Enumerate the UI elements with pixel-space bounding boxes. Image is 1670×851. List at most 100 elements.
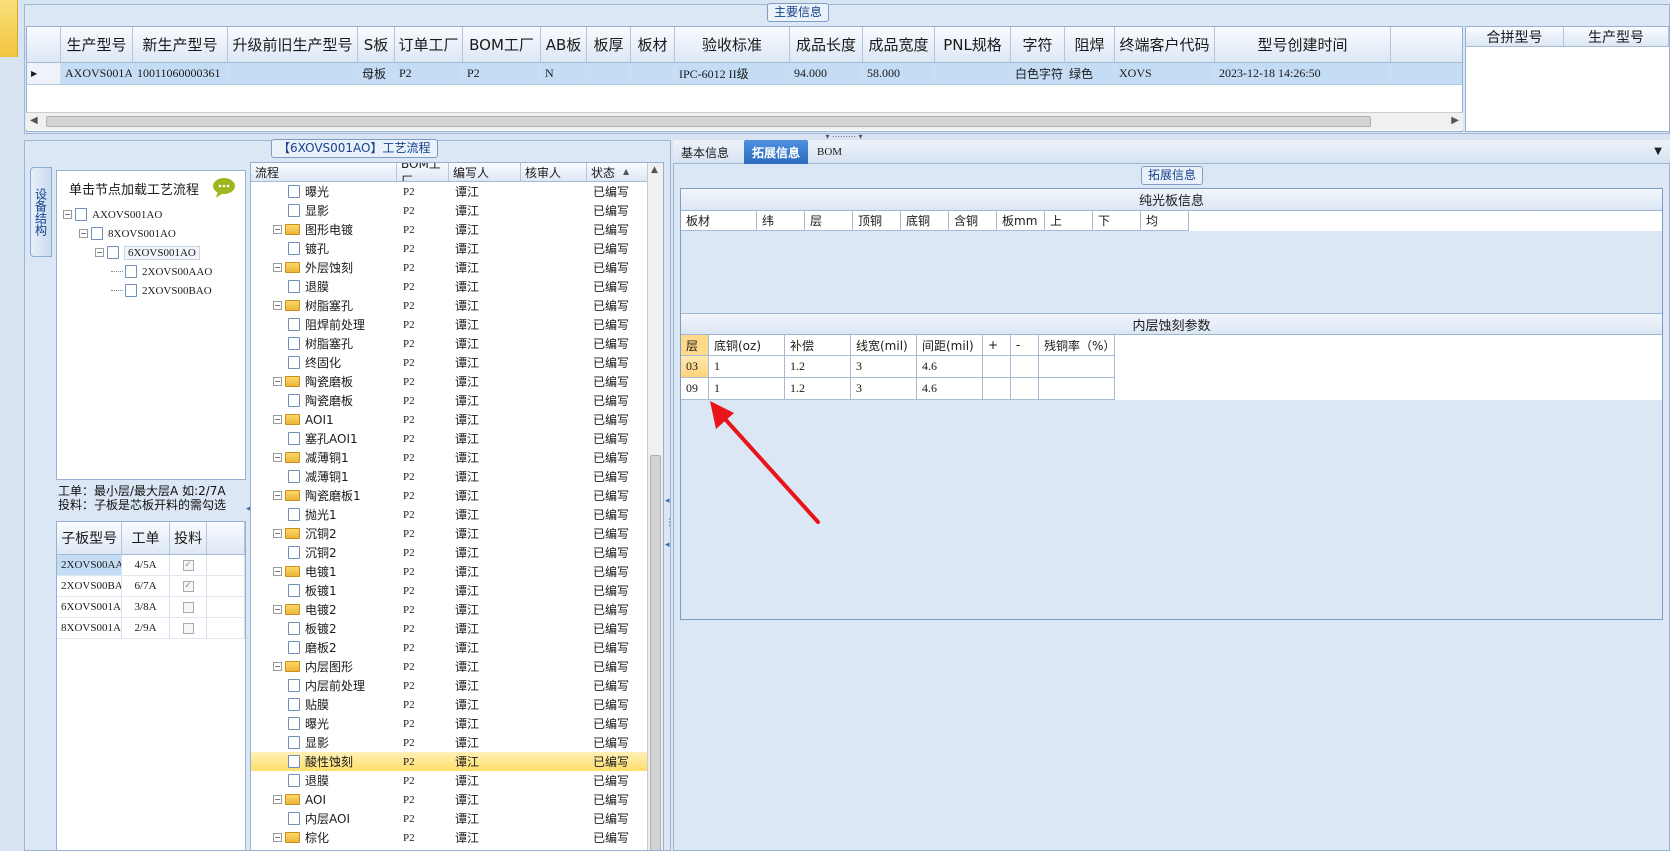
collapse-icon[interactable]: − [273,301,282,310]
sub-order[interactable]: 3/8A [122,597,170,617]
process-col-header[interactable]: 状态 [587,163,649,181]
feed-checkbox[interactable] [170,618,208,638]
process-name-cell[interactable]: 板镀2 [251,619,397,638]
process-name-cell[interactable]: − 棕化 [251,828,397,847]
main-cell[interactable]: 母板 [358,63,395,84]
process-name-cell[interactable]: 抛光1 [251,505,397,524]
process-row[interactable]: 酸性蚀刻 P2 谭江 已编写 [251,752,663,771]
collapse-icon[interactable]: − [273,529,282,538]
process-row[interactable]: − 棕化 P2 谭江 已编写 [251,828,663,847]
sub-order[interactable]: 6/7A [122,576,170,596]
process-name-cell[interactable]: 曝光 [251,182,397,201]
process-row[interactable]: − AOI1 P2 谭江 已编写 [251,410,663,429]
process-name-cell[interactable]: 磨板2 [251,638,397,657]
process-row[interactable]: 显影 P2 谭江 已编写 [251,201,663,220]
process-row[interactable]: 抛光1 P2 谭江 已编写 [251,505,663,524]
tree-node[interactable]: 2XOVS00AAO [63,262,212,281]
process-row[interactable]: 终固化 P2 谭江 已编写 [251,353,663,372]
bare-col-header[interactable]: 上 [1045,211,1093,231]
process-row[interactable]: − 电镀2 P2 谭江 已编写 [251,600,663,619]
tree-node[interactable]: 2XOVS00BAO [63,281,212,300]
process-name-cell[interactable]: 陶瓷磨板 [251,391,397,410]
process-name-cell[interactable]: 贴膜 [251,695,397,714]
process-name-cell[interactable]: − 外层蚀刻 [251,258,397,277]
feed-checkbox[interactable]: ✓ [170,555,208,575]
checkbox[interactable] [182,601,194,613]
process-scroll-thumb[interactable] [650,455,661,850]
scroll-up-icon[interactable]: ▲ [651,165,658,175]
main-cell[interactable]: XOVS [1115,63,1215,84]
middle-splitter[interactable]: ◂ ⋮ ◂ [665,490,674,560]
collapse-icon[interactable]: − [273,662,282,671]
process-row[interactable]: 磨板2 P2 谭江 已编写 [251,638,663,657]
process-row[interactable]: − 陶瓷磨板1 P2 谭江 已编写 [251,486,663,505]
process-row[interactable]: 退膜 P2 谭江 已编写 [251,277,663,296]
checkbox[interactable] [182,622,194,634]
bare-col-header[interactable]: 板mm [997,211,1045,231]
etch-cell[interactable]: 3 [851,378,917,400]
sub-order[interactable]: 2/9A [122,618,170,638]
main-col-header[interactable]: 板厚 [587,27,631,62]
process-name-cell[interactable]: − 减薄铜1 [251,448,397,467]
process-name-cell[interactable]: − 电镀2 [251,600,397,619]
process-name-cell[interactable]: − 图形电镀 [251,220,397,239]
sub-model[interactable]: 2XOVS00AAO [57,555,123,575]
process-row[interactable]: 显影 P2 谭江 已编写 [251,733,663,752]
bare-col-header[interactable]: 均 [1141,211,1189,231]
main-cell[interactable]: 10011060000361 [133,63,228,84]
sub-col-header[interactable]: 子板型号 [57,522,123,554]
main-cell[interactable] [631,63,675,84]
collapse-icon[interactable]: − [273,263,282,272]
process-col-header[interactable]: BOM工厂 [397,163,449,181]
sub-grid-row[interactable]: 2XOVS00BAO6/7A ✓ [57,576,245,597]
process-name-cell[interactable]: 减薄铜1 [251,467,397,486]
collapse-icon[interactable]: − [79,229,88,238]
collapse-icon[interactable]: − [63,210,72,219]
process-name-cell[interactable]: − AOI [251,790,397,809]
process-row[interactable]: − 减薄铜1 P2 谭江 已编写 [251,448,663,467]
collapse-icon[interactable]: − [273,415,282,424]
process-row[interactable]: 陶瓷磨板 P2 谭江 已编写 [251,391,663,410]
feed-checkbox[interactable]: ✓ [170,576,208,596]
main-cell[interactable]: 94.000 [790,63,863,84]
process-name-cell[interactable]: 镀孔 [251,239,397,258]
process-row[interactable]: − 内层图形 P2 谭江 已编写 [251,657,663,676]
main-col-header[interactable]: 生产型号 [61,27,133,62]
main-grid-hscrollbar[interactable]: ◀ ▶ [26,112,1463,130]
etch-cell[interactable]: 4.6 [917,356,983,378]
main-col-header[interactable]: S板 [358,27,395,62]
etch-cell[interactable]: 3 [851,356,917,378]
process-row[interactable]: 镀孔 P2 谭江 已编写 [251,239,663,258]
etch-col-header[interactable]: 底铜(oz) [709,335,785,356]
process-row[interactable]: 板镀2 P2 谭江 已编写 [251,619,663,638]
main-col-header[interactable]: 阻焊 [1065,27,1115,62]
device-structure-tab[interactable]: 设备结构 [30,167,52,257]
etch-col-header[interactable]: 残铜率（%） [1039,335,1115,356]
etch-col-header[interactable]: - [1011,335,1039,356]
process-row[interactable]: 板镀1 P2 谭江 已编写 [251,581,663,600]
collapse-icon[interactable]: − [273,491,282,500]
process-row[interactable]: 贴膜 P2 谭江 已编写 [251,695,663,714]
process-col-header[interactable]: 流程 [251,163,397,181]
process-row[interactable]: − 沉铜2 P2 谭江 已编写 [251,524,663,543]
process-row[interactable]: − 外层蚀刻 P2 谭江 已编写 [251,258,663,277]
feed-checkbox[interactable] [170,597,208,617]
process-row[interactable]: 曝光 P2 谭江 已编写 [251,182,663,201]
etch-col-header[interactable]: 层 [681,335,709,356]
process-col-header[interactable]: 编写人 [449,163,521,181]
sub-model[interactable]: 6XOVS001AO [57,597,123,617]
collapse-icon[interactable]: − [273,795,282,804]
main-cell[interactable]: IPC-6012 II级 [675,63,790,84]
etch-row[interactable]: 03 1 1.2 3 4.6 [681,356,1662,378]
process-col-header[interactable]: 核审人 [521,163,587,181]
process-row[interactable]: 树脂塞孔 P2 谭江 已编写 [251,334,663,353]
bare-col-header[interactable]: 纬 [757,211,805,231]
process-row[interactable]: − 树脂塞孔 P2 谭江 已编写 [251,296,663,315]
main-cell[interactable]: AXOVS001AO [61,63,133,84]
sub-col-header[interactable]: 工单 [122,522,170,554]
merge-col-header[interactable]: 生产型号 [1564,27,1669,46]
collapse-icon[interactable]: − [273,833,282,842]
main-col-header[interactable]: 升级前旧生产型号 [228,27,358,62]
process-name-cell[interactable]: − 陶瓷磨板1 [251,486,397,505]
collapse-icon[interactable]: − [273,225,282,234]
